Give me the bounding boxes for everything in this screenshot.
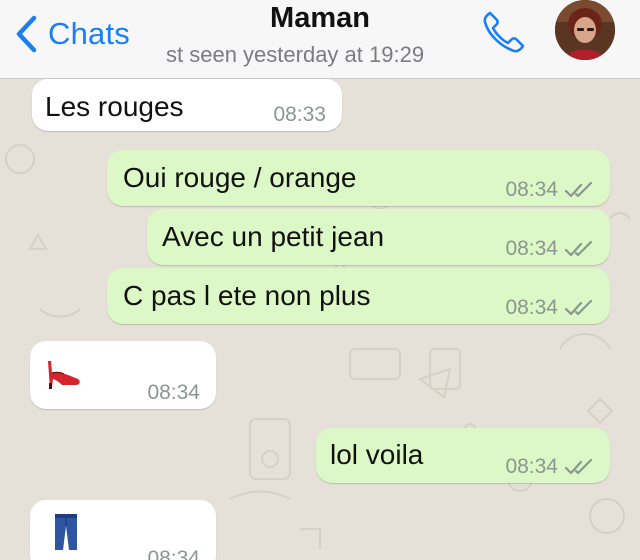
chevron-left-icon [16, 15, 37, 53]
message-text: lol voila [330, 439, 424, 470]
message-text: Oui rouge / orange [123, 162, 357, 193]
message-bubble-outgoing[interactable]: Avec un petit jean 08:34 [147, 209, 610, 265]
message-bubble-outgoing[interactable]: C pas l ete non plus 08:34 [107, 268, 610, 324]
avatar-photo [555, 0, 615, 60]
message-text: Avec un petit jean [162, 221, 385, 252]
message-meta: 08:34 [505, 178, 596, 202]
double-check-icon [564, 300, 593, 316]
message-meta: 08:34 [505, 296, 596, 320]
message-meta: 08:33 [273, 103, 326, 127]
message-text: C pas l ete non plus [123, 280, 371, 311]
message-bubble-incoming[interactable]: 08:34 [30, 500, 216, 560]
message-bubble-incoming[interactable]: 08:34 [30, 341, 216, 409]
message-time: 08:34 [147, 381, 200, 404]
message-time: 08:34 [505, 296, 558, 319]
message-bubble-incoming[interactable]: Les rouges 08:33 [32, 79, 342, 131]
high-heel-shoe-emoji [48, 361, 80, 389]
double-check-icon [564, 241, 593, 257]
message-bubble-outgoing[interactable]: lol voila 08:34 [316, 428, 610, 483]
message-time: 08:34 [147, 547, 200, 560]
message-time: 08:34 [505, 455, 558, 478]
back-label: Chats [48, 16, 130, 51]
message-text: Les rouges [45, 91, 184, 122]
message-list[interactable]: Les rouges 08:33 Oui rouge / orange 08:3… [0, 79, 640, 560]
message-meta: 08:34 [505, 455, 596, 479]
double-check-icon [564, 459, 593, 475]
double-check-icon [564, 182, 593, 198]
contact-avatar[interactable] [555, 0, 615, 60]
message-bubble-outgoing[interactable]: Oui rouge / orange 08:34 [107, 150, 610, 206]
message-meta: 08:34 [505, 237, 596, 261]
jeans-emoji [55, 514, 77, 550]
message-time: 08:33 [273, 103, 326, 126]
message-meta: 08:34 [147, 547, 200, 560]
call-button[interactable] [478, 6, 530, 58]
phone-icon [483, 11, 525, 53]
message-time: 08:34 [505, 178, 558, 201]
back-button[interactable]: Chats [14, 14, 130, 54]
message-meta: 08:34 [147, 381, 200, 405]
message-time: 08:34 [505, 237, 558, 260]
last-seen-status: st seen yesterday at 19:29 [166, 42, 425, 67]
chat-header: Chats Maman st seen yesterday at 19:29 [0, 0, 640, 79]
